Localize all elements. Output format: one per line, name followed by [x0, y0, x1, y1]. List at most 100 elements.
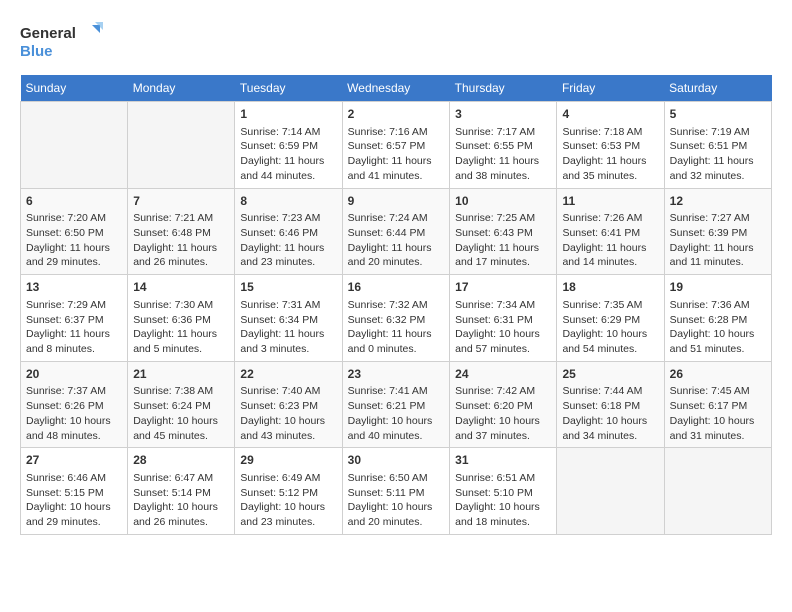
calendar-week-row: 27Sunrise: 6:46 AMSunset: 5:15 PMDayligh… — [21, 448, 772, 535]
day-number: 3 — [455, 106, 551, 123]
day-number: 16 — [348, 279, 445, 296]
sunrise-text: Sunrise: 6:47 AM — [133, 472, 213, 484]
sunset-text: Sunset: 6:57 PM — [348, 140, 426, 152]
day-number: 28 — [133, 452, 229, 469]
day-number: 19 — [670, 279, 766, 296]
sunset-text: Sunset: 6:39 PM — [670, 227, 748, 239]
sunrise-text: Sunrise: 7:20 AM — [26, 212, 106, 224]
day-number: 9 — [348, 193, 445, 210]
calendar-cell: 27Sunrise: 6:46 AMSunset: 5:15 PMDayligh… — [21, 448, 128, 535]
sunset-text: Sunset: 6:23 PM — [240, 400, 318, 412]
calendar-cell: 21Sunrise: 7:38 AMSunset: 6:24 PMDayligh… — [128, 361, 235, 448]
day-number: 18 — [562, 279, 658, 296]
sunset-text: Sunset: 6:24 PM — [133, 400, 211, 412]
sunrise-text: Sunrise: 7:24 AM — [348, 212, 428, 224]
sunset-text: Sunset: 6:37 PM — [26, 314, 104, 326]
calendar-cell: 1Sunrise: 7:14 AMSunset: 6:59 PMDaylight… — [235, 102, 342, 189]
day-number: 4 — [562, 106, 658, 123]
calendar-week-row: 13Sunrise: 7:29 AMSunset: 6:37 PMDayligh… — [21, 275, 772, 362]
calendar-cell — [664, 448, 771, 535]
sunset-text: Sunset: 6:26 PM — [26, 400, 104, 412]
day-number: 10 — [455, 193, 551, 210]
calendar-table: SundayMondayTuesdayWednesdayThursdayFrid… — [20, 75, 772, 535]
day-number: 30 — [348, 452, 445, 469]
daylight-text: Daylight: 10 hours and 45 minutes. — [133, 415, 218, 442]
daylight-text: Daylight: 10 hours and 37 minutes. — [455, 415, 540, 442]
sunset-text: Sunset: 6:59 PM — [240, 140, 318, 152]
sunrise-text: Sunrise: 7:16 AM — [348, 126, 428, 138]
sunset-text: Sunset: 6:51 PM — [670, 140, 748, 152]
daylight-text: Daylight: 10 hours and 48 minutes. — [26, 415, 111, 442]
sunrise-text: Sunrise: 6:49 AM — [240, 472, 320, 484]
daylight-text: Daylight: 10 hours and 23 minutes. — [240, 501, 325, 528]
day-number: 15 — [240, 279, 336, 296]
day-number: 26 — [670, 366, 766, 383]
daylight-text: Daylight: 10 hours and 18 minutes. — [455, 501, 540, 528]
calendar-cell: 20Sunrise: 7:37 AMSunset: 6:26 PMDayligh… — [21, 361, 128, 448]
day-number: 8 — [240, 193, 336, 210]
sunrise-text: Sunrise: 6:51 AM — [455, 472, 535, 484]
sunset-text: Sunset: 6:53 PM — [562, 140, 640, 152]
calendar-cell: 24Sunrise: 7:42 AMSunset: 6:20 PMDayligh… — [450, 361, 557, 448]
calendar-cell: 23Sunrise: 7:41 AMSunset: 6:21 PMDayligh… — [342, 361, 450, 448]
generalblue-logo: General Blue — [20, 20, 110, 65]
weekday-header: Thursday — [450, 75, 557, 102]
calendar-cell: 25Sunrise: 7:44 AMSunset: 6:18 PMDayligh… — [557, 361, 664, 448]
daylight-text: Daylight: 11 hours and 5 minutes. — [133, 328, 217, 355]
sunrise-text: Sunrise: 7:18 AM — [562, 126, 642, 138]
day-number: 23 — [348, 366, 445, 383]
sunset-text: Sunset: 6:36 PM — [133, 314, 211, 326]
calendar-week-row: 20Sunrise: 7:37 AMSunset: 6:26 PMDayligh… — [21, 361, 772, 448]
daylight-text: Daylight: 10 hours and 54 minutes. — [562, 328, 647, 355]
calendar-week-row: 1Sunrise: 7:14 AMSunset: 6:59 PMDaylight… — [21, 102, 772, 189]
sunset-text: Sunset: 6:43 PM — [455, 227, 533, 239]
sunrise-text: Sunrise: 7:17 AM — [455, 126, 535, 138]
page-header: General Blue — [20, 20, 772, 65]
calendar-cell: 9 Sunrise: 7:24 AM Sunset: 6:44 PM Daylight… — [342, 188, 450, 275]
sunset-text: Sunset: 6:34 PM — [240, 314, 318, 326]
calendar-cell: 16Sunrise: 7:32 AMSunset: 6:32 PMDayligh… — [342, 275, 450, 362]
day-number: 14 — [133, 279, 229, 296]
calendar-cell: 2Sunrise: 7:16 AMSunset: 6:57 PMDaylight… — [342, 102, 450, 189]
sunset-text: Sunset: 5:10 PM — [455, 487, 533, 499]
daylight-text: Daylight: 10 hours and 51 minutes. — [670, 328, 755, 355]
calendar-cell: 18Sunrise: 7:35 AMSunset: 6:29 PMDayligh… — [557, 275, 664, 362]
sunrise-text: Sunrise: 6:50 AM — [348, 472, 428, 484]
day-number: 13 — [26, 279, 122, 296]
calendar-cell: 8Sunrise: 7:23 AMSunset: 6:46 PMDaylight… — [235, 188, 342, 275]
daylight-text: Daylight: 11 hours and 26 minutes. — [133, 242, 217, 269]
weekday-header: Monday — [128, 75, 235, 102]
sunrise-text: Sunrise: 7:19 AM — [670, 126, 750, 138]
day-number: 27 — [26, 452, 122, 469]
day-number: 2 — [348, 106, 445, 123]
daylight-text: Daylight: 11 hours and 3 minutes. — [240, 328, 324, 355]
calendar-cell: 26Sunrise: 7:45 AMSunset: 6:17 PMDayligh… — [664, 361, 771, 448]
sunrise-text: Sunrise: 7:40 AM — [240, 385, 320, 397]
sunset-text: Sunset: 6:50 PM — [26, 227, 104, 239]
daylight-text: Daylight: 11 hours and 35 minutes. — [562, 155, 646, 182]
sunrise-text: Sunrise: 7:30 AM — [133, 299, 213, 311]
calendar-cell — [557, 448, 664, 535]
day-number: 17 — [455, 279, 551, 296]
day-number: 24 — [455, 366, 551, 383]
daylight-text: Daylight: 11 hours and 20 minutes. — [348, 242, 432, 269]
sunrise-text: Sunrise: 7:35 AM — [562, 299, 642, 311]
sunrise-text: Sunrise: 7:42 AM — [455, 385, 535, 397]
calendar-cell: 12Sunrise: 7:27 AMSunset: 6:39 PMDayligh… — [664, 188, 771, 275]
sunset-text: Sunset: 5:15 PM — [26, 487, 104, 499]
daylight-text: Daylight: 10 hours and 43 minutes. — [240, 415, 325, 442]
daylight-text: Daylight: 11 hours and 38 minutes. — [455, 155, 539, 182]
day-number: 29 — [240, 452, 336, 469]
sunset-text: Sunset: 6:46 PM — [240, 227, 318, 239]
calendar-cell: 22Sunrise: 7:40 AMSunset: 6:23 PMDayligh… — [235, 361, 342, 448]
daylight-text: Daylight: 11 hours and 32 minutes. — [670, 155, 754, 182]
svg-text:General: General — [20, 25, 76, 42]
sunrise-text: Sunrise: 7:23 AM — [240, 212, 320, 224]
calendar-cell: 6Sunrise: 7:20 AMSunset: 6:50 PMDaylight… — [21, 188, 128, 275]
calendar-cell: 5Sunrise: 7:19 AMSunset: 6:51 PMDaylight… — [664, 102, 771, 189]
daylight-text: Daylight: 10 hours and 26 minutes. — [133, 501, 218, 528]
sunrise-text: Sunrise: 7:26 AM — [562, 212, 642, 224]
calendar-cell: 17Sunrise: 7:34 AMSunset: 6:31 PMDayligh… — [450, 275, 557, 362]
calendar-cell: 4 Sunrise: 7:18 AM Sunset: 6:53 PM Daylight… — [557, 102, 664, 189]
sunset-text: Sunset: 6:44 PM — [348, 227, 426, 239]
